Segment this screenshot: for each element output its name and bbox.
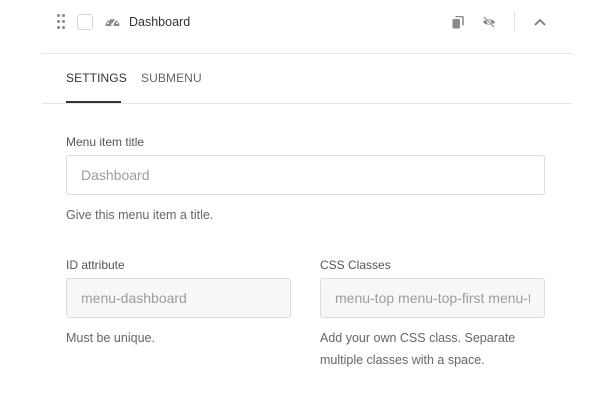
menu-item-title: Dashboard	[129, 15, 191, 29]
id-attribute-help: Must be unique.	[66, 331, 155, 345]
eye-slash-icon[interactable]	[479, 12, 499, 32]
css-classes-input[interactable]	[320, 278, 545, 318]
id-attribute-input[interactable]	[66, 278, 291, 318]
actions-divider	[514, 12, 515, 32]
select-checkbox[interactable]	[77, 14, 93, 30]
menu-item-title-input[interactable]	[66, 155, 545, 195]
css-classes-help: Add your own CSS class. Separate multipl…	[320, 331, 516, 367]
menu-item-title-help: Give this menu item a title.	[66, 208, 214, 222]
tab-submenu[interactable]: SUBMENU	[141, 71, 202, 85]
drag-handle-icon[interactable]	[57, 14, 67, 30]
header-divider	[42, 53, 572, 54]
menu-item-title-label: Menu item title	[66, 135, 145, 149]
dashboard-gauge-icon	[104, 14, 121, 30]
css-classes-label: CSS Classes	[320, 258, 391, 272]
menu-item-header: Dashboard	[42, 0, 572, 44]
id-attribute-label: ID attribute	[66, 258, 125, 272]
copy-icon[interactable]	[448, 12, 468, 32]
chevron-up-icon[interactable]	[530, 12, 550, 32]
tabs-divider	[42, 103, 572, 104]
tab-settings[interactable]: SETTINGS	[66, 71, 127, 85]
